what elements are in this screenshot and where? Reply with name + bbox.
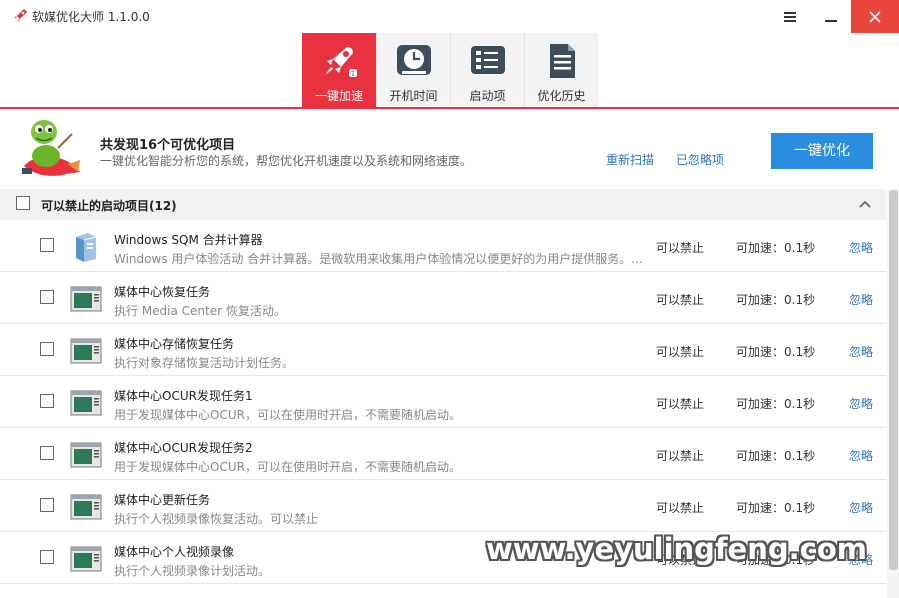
window-title: 软媒优化大师 1.1.0.0 xyxy=(32,10,150,24)
item-description: 用于发现媒体中心OCUR，可以在使用时开启，不需要随机启动。 xyxy=(114,460,461,474)
item-checkbox[interactable] xyxy=(40,290,54,304)
item-description: 执行个人视频录像恢复活动。可以禁止 xyxy=(114,512,319,526)
ignore-link[interactable]: 忽略 xyxy=(849,239,873,256)
item-title: 媒体中心OCUR发现任务1 xyxy=(114,389,253,403)
ignored-items-link[interactable]: 已忽略项 xyxy=(676,151,724,168)
item-checkbox[interactable] xyxy=(40,342,54,356)
item-speedup: 可加速：0.1秒 xyxy=(736,345,816,359)
item-speedup: 可加速：0.1秒 xyxy=(736,397,816,411)
ignore-link[interactable]: 忽略 xyxy=(849,291,873,308)
task-window-icon xyxy=(70,442,102,468)
item-description: 用于发现媒体中心OCUR，可以在使用时开启，不需要随机启动。 xyxy=(114,408,461,422)
item-title: Windows SQM 合并计算器 xyxy=(114,233,263,247)
list-item: 媒体中心OCUR发现任务1 用于发现媒体中心OCUR，可以在使用时开启，不需要随… xyxy=(0,376,886,428)
ignore-link[interactable]: 忽略 xyxy=(849,447,873,464)
item-title: 媒体中心OCUR发现任务2 xyxy=(114,441,253,455)
task-window-icon xyxy=(70,286,102,312)
item-speedup: 可加速：0.1秒 xyxy=(736,501,816,515)
one-click-optimize-button[interactable]: 一键优化 xyxy=(771,133,873,169)
item-title: 媒体中心更新任务 xyxy=(114,493,211,507)
svg-text:1: 1 xyxy=(351,70,355,78)
clock-icon xyxy=(397,45,431,75)
list-item: 媒体中心恢复任务 执行 Media Center 恢复活动。 可以禁止 可加速：… xyxy=(0,272,886,324)
item-title: 媒体中心恢复任务 xyxy=(114,285,211,299)
list-item: Windows SQM 合并计算器 Windows 用户体验活动 合并计算器。是… xyxy=(0,220,886,272)
list-item: 媒体中心OCUR发现任务2 用于发现媒体中心OCUR，可以在使用时开启，不需要随… xyxy=(0,428,886,480)
item-speedup: 可加速：0.1秒 xyxy=(736,293,816,307)
minimize-button[interactable] xyxy=(808,0,854,33)
tab-label: 优化历史 xyxy=(537,89,586,103)
list-item: 媒体中心存储恢复任务 执行对象存储恢复活动计划任务。 可以禁止 可加速：0.1秒… xyxy=(0,324,886,376)
item-checkbox[interactable] xyxy=(40,446,54,460)
rescan-link[interactable]: 重新扫描 xyxy=(606,151,654,168)
ignore-link[interactable]: 忽略 xyxy=(849,395,873,412)
tab-boot-time[interactable]: 开机时间 xyxy=(376,33,450,107)
item-description: Windows 用户体验活动 合并计算器。是微软用来收集用户体验情况以便更好的为… xyxy=(114,252,642,266)
menu-button[interactable] xyxy=(767,0,813,33)
item-checkbox[interactable] xyxy=(40,238,54,252)
turtle-rocket-mascot-icon xyxy=(22,120,80,176)
item-status: 可以禁止 xyxy=(656,345,705,359)
minimize-icon xyxy=(825,19,837,22)
history-document-icon xyxy=(550,44,575,78)
item-checkbox[interactable] xyxy=(40,498,54,512)
item-title: 媒体中心存储恢复任务 xyxy=(114,337,235,351)
item-status: 可以禁止 xyxy=(656,397,705,411)
main-tabs: 1 一键加速 开机时间 启动项 优化历史 xyxy=(302,33,598,107)
item-speedup: 可加速：0.1秒 xyxy=(736,241,816,255)
close-button[interactable] xyxy=(851,0,899,33)
item-description: 执行 Media Center 恢复活动。 xyxy=(114,304,286,318)
tab-one-click-speedup[interactable]: 1 一键加速 xyxy=(302,33,376,107)
ignore-link[interactable]: 忽略 xyxy=(849,499,873,516)
tab-label: 一键加速 xyxy=(314,89,363,103)
summary-title: 共发现16个可优化项目 xyxy=(100,138,236,153)
tab-label: 开机时间 xyxy=(389,89,438,103)
close-icon xyxy=(869,10,881,23)
chevron-up-icon[interactable] xyxy=(858,197,872,211)
app-rocket-icon xyxy=(14,9,27,22)
task-window-icon xyxy=(70,546,102,572)
select-all-checkbox[interactable] xyxy=(16,196,30,210)
tab-underline xyxy=(0,107,899,109)
scrollbar-thumb[interactable] xyxy=(889,190,898,570)
startup-list-icon xyxy=(471,46,505,74)
tab-optimize-history[interactable]: 优化历史 xyxy=(524,33,598,107)
title-bar: 软媒优化大师 1.1.0.0 xyxy=(0,0,899,33)
item-status: 可以禁止 xyxy=(656,501,705,515)
sqm-book-icon xyxy=(76,233,97,262)
item-status: 可以禁止 xyxy=(656,241,705,255)
startup-section-header: 可以禁止的启动项目(12) xyxy=(0,189,886,220)
item-status: 可以禁止 xyxy=(656,449,705,463)
tab-startup-items[interactable]: 启动项 xyxy=(450,33,524,107)
item-description: 执行对象存储恢复活动计划任务。 xyxy=(114,356,295,370)
list-item: 媒体中心更新任务 执行个人视频录像恢复活动。可以禁止 可以禁止 可加速：0.1秒… xyxy=(0,480,886,532)
item-description: 执行个人视频录像计划活动。 xyxy=(114,564,271,578)
summary-description: 一键优化智能分析您的系统，帮您优化开机速度以及系统和网络速度。 xyxy=(100,154,473,168)
rocket-icon: 1 xyxy=(325,47,357,78)
task-window-icon xyxy=(70,494,102,520)
task-window-icon xyxy=(70,390,102,416)
tab-label: 启动项 xyxy=(469,89,506,103)
task-window-icon xyxy=(70,338,102,364)
item-status: 可以禁止 xyxy=(656,293,705,307)
item-checkbox[interactable] xyxy=(40,550,54,564)
ignore-link[interactable]: 忽略 xyxy=(849,343,873,360)
item-title: 媒体中心个人视频录像 xyxy=(114,545,235,559)
hamburger-icon xyxy=(784,11,796,22)
item-checkbox[interactable] xyxy=(40,394,54,408)
section-title: 可以禁止的启动项目(12) xyxy=(41,199,177,213)
watermark-text: www.yeyulingfeng.com xyxy=(486,532,867,566)
item-speedup: 可加速：0.1秒 xyxy=(736,449,816,463)
